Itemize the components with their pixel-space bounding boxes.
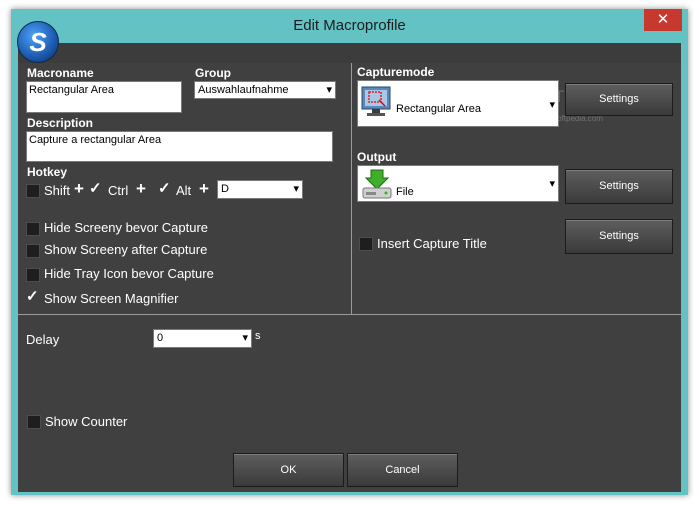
hotkey-key-value: D [221,183,229,195]
capturemode-value: Rectangular Area [396,103,481,115]
insert-capture-title-checkbox[interactable] [359,237,373,251]
output-select[interactable]: File ▾ [357,165,559,202]
hide-tray-icon-checkbox[interactable] [26,268,40,282]
output-value: File [396,186,414,198]
show-screeny-checkbox[interactable] [26,244,40,258]
group-label: Group [195,66,231,80]
window-title: Edit Macroprofile [293,17,406,34]
ctrl-label: Ctrl [108,183,129,198]
hide-tray-icon-label: Hide Tray Icon bevor Capture [44,266,214,281]
hide-screeny-label: Hide Screeny bevor Capture [44,220,209,235]
hide-screeny-checkbox[interactable] [26,222,40,236]
chevron-down-icon: ▾ [293,183,299,195]
plus-sign: + [199,179,209,198]
edit-macroprofile-window: Edit Macroprofile ✕ Macroname Rectangula… [11,9,688,495]
chevron-down-icon: ▾ [242,332,248,344]
group-select-value: Auswahlaufnahme [198,84,289,96]
ok-button[interactable]: OK [233,453,344,487]
description-label: Description [27,116,94,130]
delay-value: 0 [157,332,164,344]
plus-sign: + [74,179,84,198]
insert-title-settings-button[interactable]: Settings [565,219,673,254]
cancel-button[interactable]: Cancel [347,453,458,487]
description-input[interactable]: Capture a rectangular Area [26,131,333,162]
capturemode-label: Capturemode [357,65,435,79]
save-to-disk-icon [361,168,393,203]
ctrl-checkmark-icon[interactable]: ✓ [89,179,102,197]
show-counter-label: Show Counter [45,414,128,429]
alt-label: Alt [176,183,192,198]
output-label: Output [357,150,397,164]
monitor-selection-icon [361,85,391,124]
show-counter-checkbox[interactable] [27,415,41,429]
shift-label: Shift [44,183,71,198]
plus-sign: + [136,179,146,198]
macroname-label: Macroname [27,66,94,80]
close-icon: ✕ [656,11,670,28]
dialog-client-area: Macroname Rectangular Area Group Auswahl… [18,43,681,492]
chevron-down-icon: ▾ [549,178,555,190]
horizontal-divider [18,314,681,315]
vertical-divider [351,63,352,314]
hotkey-key-select[interactable]: D ▾ [217,180,303,199]
hotkey-label: Hotkey [27,165,68,179]
macroname-input[interactable]: Rectangular Area [26,81,182,113]
show-magnifier-label: Show Screen Magnifier [44,291,179,306]
show-screeny-label: Show Screeny after Capture [44,242,208,257]
capturemode-settings-button[interactable]: Settings [565,83,673,116]
insert-capture-title-label: Insert Capture Title [377,236,487,251]
delay-label: Delay [26,332,60,347]
header-band [18,43,681,63]
shift-checkbox[interactable] [26,184,40,198]
close-button[interactable]: ✕ [644,9,682,31]
magnifier-checkmark-icon[interactable]: ✓ [26,287,39,305]
output-settings-button[interactable]: Settings [565,169,673,204]
group-select[interactable]: Auswahlaufnahme ▾ [194,81,336,99]
alt-checkmark-icon[interactable]: ✓ [158,179,171,197]
delay-select[interactable]: 0 ▾ [153,329,252,348]
chevron-down-icon: ▾ [326,84,332,96]
screeny-logo-icon[interactable]: S [17,21,59,63]
delay-unit: s [255,330,261,342]
